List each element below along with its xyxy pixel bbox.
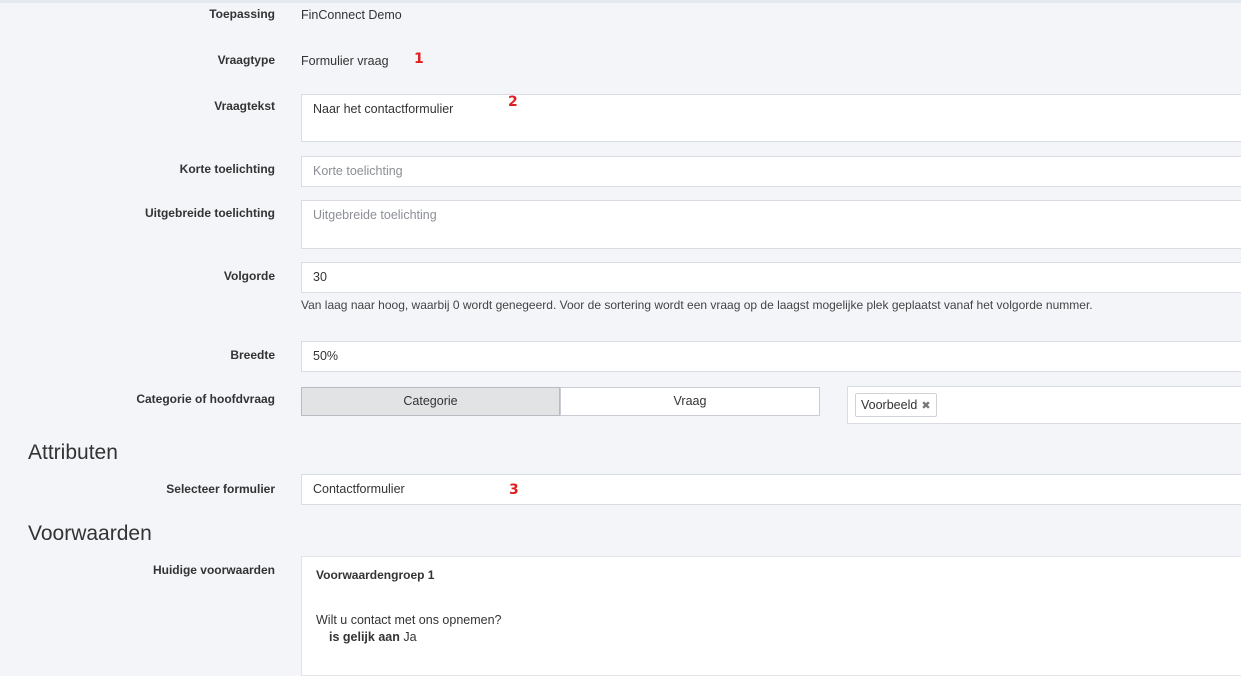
condition-rule: is gelijk aan Ja xyxy=(329,630,417,644)
toepassing-label: Toepassing xyxy=(209,7,275,21)
remove-tag-icon[interactable]: ✖ xyxy=(921,400,930,412)
category-tag-select[interactable]: Voorbeeld ✖ xyxy=(847,386,1241,424)
condition-question: Wilt u contact met ons opnemen? xyxy=(316,613,502,627)
vraag-toggle-button[interactable]: Vraag xyxy=(560,387,820,416)
volgorde-label: Volgorde xyxy=(223,269,275,283)
korte-toelichting-placeholder: Korte toelichting xyxy=(313,164,403,178)
condition-operator: is gelijk aan xyxy=(329,630,400,644)
volgorde-value: 30 xyxy=(313,270,327,284)
volgorde-help-text: Van laag naar hoog, waarbij 0 wordt gene… xyxy=(301,298,1093,312)
breedte-value: 50% xyxy=(313,349,339,363)
attributen-heading: Attributen xyxy=(28,441,118,464)
category-tag: Voorbeeld ✖ xyxy=(855,393,937,417)
vraagtekst-textarea[interactable]: Naar het contactformulier xyxy=(301,94,1241,142)
korte-toelichting-input[interactable]: Korte toelichting xyxy=(301,156,1241,187)
condition-answer: Ja xyxy=(403,630,417,644)
uitgebreide-toelichting-textarea[interactable]: Uitgebreide toelichting xyxy=(301,200,1241,249)
volgorde-input[interactable]: 30 xyxy=(301,262,1241,293)
vraagtekst-label: Vraagtekst xyxy=(214,99,275,113)
annotation-marker-2: 2 xyxy=(508,94,518,110)
categorie-toggle-button[interactable]: Categorie xyxy=(301,387,560,416)
selecteer-formulier-value: Contactformulier xyxy=(313,482,405,496)
conditions-panel: Voorwaardengroep 1 Wilt u contact met on… xyxy=(301,556,1241,676)
breedte-label: Breedte xyxy=(230,348,275,362)
annotation-marker-1: 1 xyxy=(414,51,424,67)
uitgebreide-toelichting-label: Uitgebreide toelichting xyxy=(144,206,275,220)
annotation-marker-3: 3 xyxy=(509,482,519,498)
uitgebreide-toelichting-placeholder: Uitgebreide toelichting xyxy=(313,208,437,222)
condition-group-title: Voorwaardengroep 1 xyxy=(316,568,435,582)
vraagtype-label: Vraagtype xyxy=(217,53,275,67)
categorie-label: Categorie of hoofdvraag xyxy=(136,392,275,406)
vraagtype-value: Formulier vraag xyxy=(301,54,389,68)
korte-toelichting-label: Korte toelichting xyxy=(179,162,275,176)
category-tag-label: Voorbeeld xyxy=(861,398,918,412)
selecteer-formulier-select[interactable]: Contactformulier xyxy=(301,474,1241,505)
vraagtekst-value: Naar het contactformulier xyxy=(313,102,454,116)
top-divider xyxy=(0,0,1241,3)
voorwaarden-heading: Voorwaarden xyxy=(28,522,152,545)
selecteer-formulier-label: Selecteer formulier xyxy=(166,482,275,496)
breedte-input[interactable]: 50% xyxy=(301,341,1241,372)
toepassing-value: FinConnect Demo xyxy=(301,8,402,22)
huidige-voorwaarden-label: Huidige voorwaarden xyxy=(152,563,275,577)
